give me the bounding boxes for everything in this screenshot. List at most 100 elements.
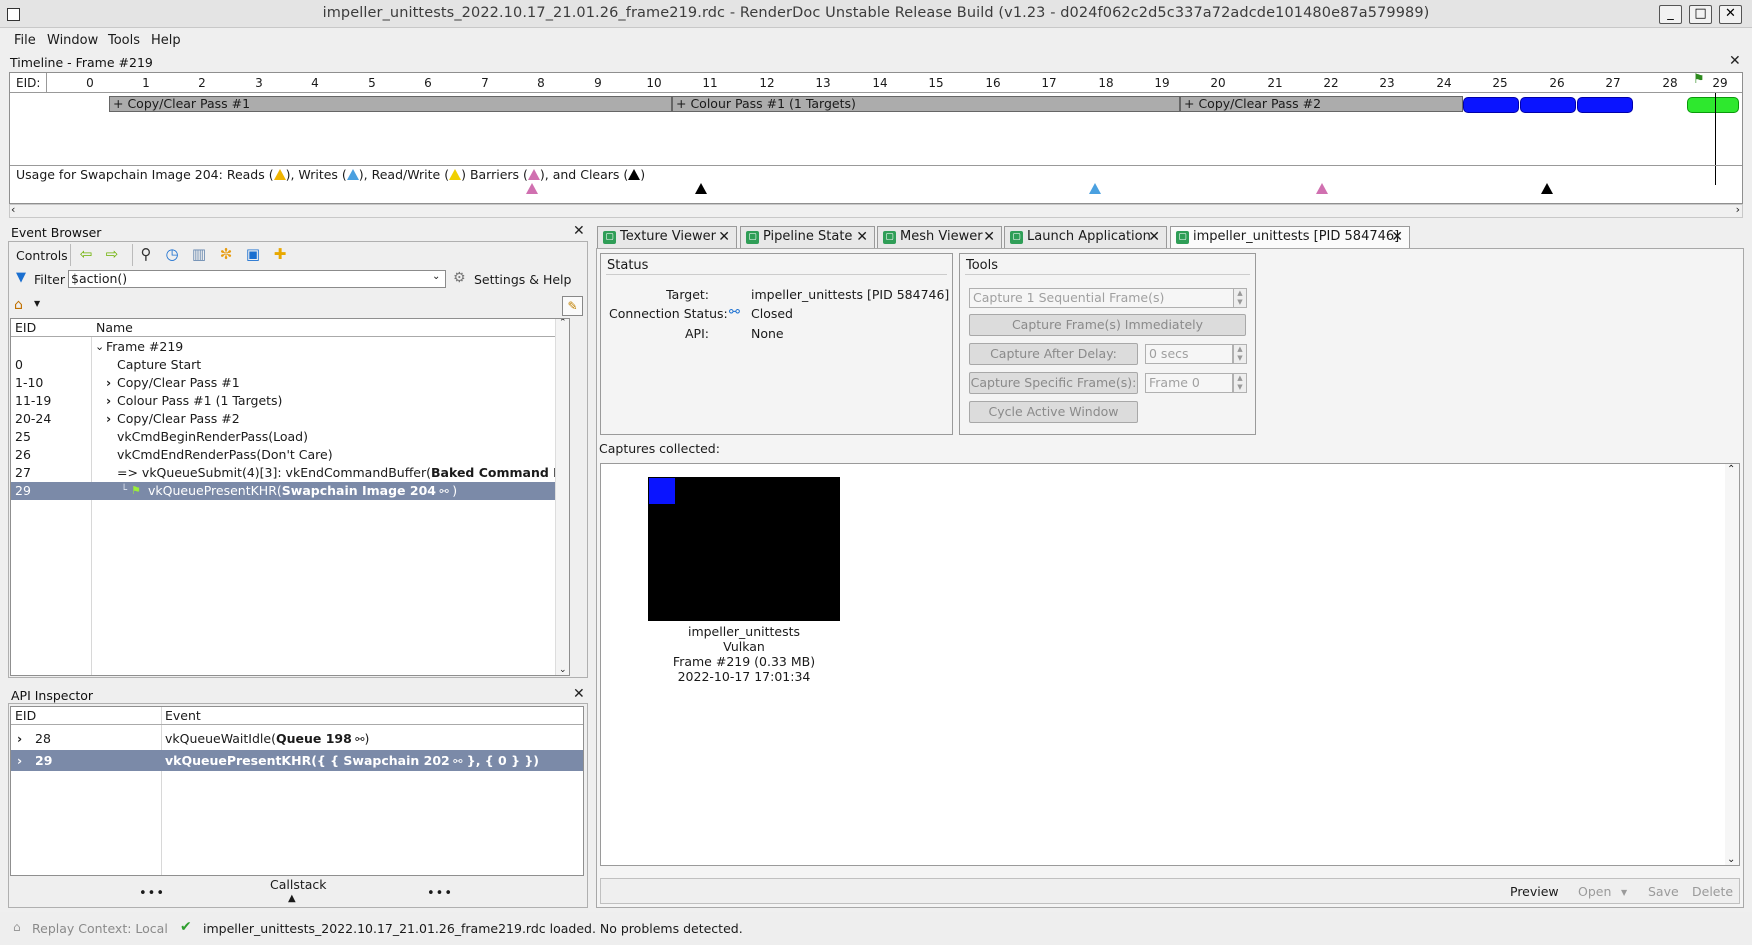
bookmark-icon[interactable]: ▥ bbox=[190, 245, 208, 263]
capture-specific-frames-button[interactable]: Capture Specific Frame(s): bbox=[969, 372, 1138, 394]
find-binoculars-icon[interactable]: ⚲ bbox=[137, 245, 155, 263]
scroll-up-icon[interactable]: ⌃ bbox=[1727, 464, 1735, 475]
tab-mesh-viewer[interactable]: ▢ Mesh Viewer ✕ bbox=[877, 226, 1002, 248]
tree-row[interactable]: 27 => vkQueueSubmit(4)[3]: vkEndCommandB… bbox=[11, 464, 569, 482]
cycle-active-window-button[interactable]: Cycle Active Window bbox=[969, 401, 1138, 423]
menu-window[interactable]: Window bbox=[47, 33, 98, 48]
collapse-chevron-icon[interactable]: › bbox=[106, 392, 111, 410]
expand-chevron-icon[interactable]: › bbox=[17, 750, 22, 771]
tab-close-icon[interactable]: ✕ bbox=[856, 227, 868, 247]
pass-copy-clear-1[interactable]: + Copy/Clear Pass #1 bbox=[109, 96, 672, 112]
tab-launch-application[interactable]: ▢ Launch Application ✕ bbox=[1004, 226, 1167, 248]
resource-link-icon[interactable]: ⚯ bbox=[450, 755, 462, 768]
delete-button[interactable]: Delete bbox=[1692, 884, 1733, 899]
tree-row[interactable]: 26 vkCmdEndRenderPass(Don't Care) bbox=[11, 446, 569, 464]
api-row-selected[interactable]: › 29 vkQueuePresentKHR({ { Swapchain 202… bbox=[11, 750, 583, 771]
col-eid[interactable]: EID bbox=[15, 319, 36, 337]
timeline-scrollbar[interactable]: ‹ › bbox=[9, 203, 1743, 218]
sequential-frames-spinner[interactable]: ▲ ▼ bbox=[1233, 288, 1247, 308]
tab-close-icon[interactable]: ✕ bbox=[1391, 227, 1403, 247]
capture-after-delay-button[interactable]: Capture After Delay: bbox=[969, 343, 1138, 365]
home-dropdown-icon[interactable]: ▼ bbox=[34, 299, 40, 308]
delay-spinner[interactable]: ▲ ▼ bbox=[1233, 344, 1247, 364]
captures-list[interactable]: impeller_unittests Vulkan Frame #219 (0.… bbox=[600, 463, 1740, 866]
time-clock-icon[interactable]: ◷ bbox=[163, 245, 181, 263]
usage-marker-barrier-22[interactable] bbox=[1316, 183, 1328, 194]
menu-help[interactable]: Help bbox=[151, 33, 181, 48]
colour-markers-icon[interactable]: ✼ bbox=[217, 245, 235, 263]
settings-gear-icon[interactable]: ⚙ bbox=[453, 270, 466, 286]
scroll-down-icon[interactable]: ⌄ bbox=[1727, 854, 1735, 865]
maximize-button[interactable]: □ bbox=[1689, 5, 1712, 24]
tree-row-selected[interactable]: 29 └ ⚑ vkQueuePresentKHR(Swapchain Image… bbox=[11, 482, 569, 500]
sequential-frames-input[interactable]: Capture 1 Sequential Frame(s) bbox=[969, 288, 1234, 308]
tree-row[interactable]: 0 Capture Start bbox=[11, 356, 569, 374]
open-dropdown-icon[interactable]: ▼ bbox=[1621, 888, 1627, 897]
capture-item[interactable]: impeller_unittests Vulkan Frame #219 (0.… bbox=[601, 464, 840, 684]
tab-pipeline-state[interactable]: ▢ Pipeline State ✕ bbox=[740, 226, 875, 248]
scroll-down-icon[interactable]: ⌄ bbox=[559, 665, 567, 675]
api-inspector-close-icon[interactable]: ✕ bbox=[573, 687, 585, 701]
tree-row[interactable]: 20-24 › Copy/Clear Pass #2 bbox=[11, 410, 569, 428]
resource-link-icon[interactable]: ⚯ bbox=[436, 485, 452, 498]
usage-marker-clear-11[interactable] bbox=[695, 183, 707, 194]
event-marker-29[interactable] bbox=[1687, 97, 1739, 113]
pass-colour-1[interactable]: + Colour Pass #1 (1 Targets) bbox=[672, 96, 1180, 112]
event-marker-25[interactable] bbox=[1463, 97, 1519, 113]
usage-marker-barrier-8[interactable] bbox=[526, 183, 538, 194]
tab-close-icon[interactable]: ✕ bbox=[718, 227, 730, 247]
event-marker-26[interactable] bbox=[1520, 97, 1576, 113]
collapse-right-dots[interactable]: ••• bbox=[427, 886, 453, 901]
tree-row[interactable]: 11-19 › Colour Pass #1 (1 Targets) bbox=[11, 392, 569, 410]
tab-texture-viewer[interactable]: ▢ Texture Viewer ✕ bbox=[597, 226, 737, 248]
expand-chevron-icon[interactable]: ⌄ bbox=[95, 338, 104, 356]
col-name[interactable]: Name bbox=[96, 319, 133, 337]
save-icon[interactable]: ▣ bbox=[244, 245, 262, 263]
extension-puzzle-icon[interactable]: ✚ bbox=[271, 245, 289, 263]
menu-tools[interactable]: Tools bbox=[108, 33, 140, 48]
tab-close-icon[interactable]: ✕ bbox=[1148, 227, 1160, 247]
scroll-right-icon[interactable]: › bbox=[1736, 203, 1740, 216]
settings-help-button[interactable]: Settings & Help bbox=[474, 272, 571, 287]
frame-number-spinner[interactable]: ▲ ▼ bbox=[1233, 373, 1247, 393]
open-button[interactable]: Open bbox=[1578, 884, 1611, 899]
event-tree-scrollbar[interactable]: ⌃ ⌄ bbox=[555, 319, 569, 675]
save-button[interactable]: Save bbox=[1648, 884, 1679, 899]
filter-input[interactable]: $action() bbox=[68, 270, 446, 288]
tree-row-frame[interactable]: ⌄ Frame #219 bbox=[11, 338, 569, 356]
event-browser-close-icon[interactable]: ✕ bbox=[573, 224, 585, 238]
collapse-chevron-icon[interactable]: › bbox=[106, 410, 111, 428]
api-inspector-tree[interactable]: EID Event › 28 vkQueueWaitIdle(Queue 198… bbox=[10, 706, 584, 876]
tree-row[interactable]: 1-10 › Copy/Clear Pass #1 bbox=[11, 374, 569, 392]
collapse-chevron-icon[interactable]: › bbox=[106, 374, 111, 392]
delay-input[interactable]: 0 secs bbox=[1145, 344, 1233, 364]
resource-link-icon[interactable]: ⚯ bbox=[352, 733, 364, 746]
forward-arrow-icon[interactable]: ⇨ bbox=[103, 245, 121, 263]
usage-marker-clear-26[interactable] bbox=[1541, 183, 1553, 194]
callstack-expand-icon[interactable]: ▲ bbox=[288, 893, 296, 904]
col-event[interactable]: Event bbox=[165, 707, 201, 725]
collapse-left-dots[interactable]: ••• bbox=[139, 886, 165, 901]
tab-close-icon[interactable]: ✕ bbox=[983, 227, 995, 247]
timeline[interactable]: EID: 0 1 2 3 4 5 6 7 8 9 10 11 12 13 14 15 16 17 18 19 20 21 2… bbox=[9, 72, 1743, 204]
close-window-button[interactable]: ✕ bbox=[1719, 5, 1742, 24]
preview-button[interactable]: Preview bbox=[1510, 884, 1559, 899]
tree-row[interactable]: 25 vkCmdBeginRenderPass(Load) bbox=[11, 428, 569, 446]
replay-context-label[interactable]: Replay Context: Local bbox=[32, 921, 168, 936]
minimize-button[interactable]: _ bbox=[1659, 5, 1682, 24]
capture-immediately-button[interactable]: Capture Frame(s) Immediately bbox=[969, 314, 1246, 336]
back-arrow-icon[interactable]: ⇦ bbox=[77, 245, 95, 263]
filter-dropdown-chevron-icon[interactable]: ⌄ bbox=[432, 271, 440, 282]
home-icon[interactable]: ⌂ bbox=[14, 297, 23, 313]
captures-scrollbar[interactable]: ⌃ ⌄ bbox=[1725, 464, 1739, 865]
notes-pencil-icon[interactable]: ✎ bbox=[562, 296, 583, 316]
usage-marker-write-18[interactable] bbox=[1089, 183, 1101, 194]
scroll-left-icon[interactable]: ‹ bbox=[11, 203, 15, 216]
frame-number-input[interactable]: Frame 0 bbox=[1145, 373, 1233, 393]
menu-file[interactable]: File bbox=[14, 33, 36, 48]
scroll-up-icon[interactable]: ⌃ bbox=[559, 319, 567, 328]
api-row[interactable]: › 28 vkQueueWaitIdle(Queue 198 ⚯) bbox=[11, 728, 583, 749]
event-marker-27[interactable] bbox=[1577, 97, 1633, 113]
event-tree[interactable]: EID Name ⌄ Frame #219 0 Capture Start 1-… bbox=[10, 318, 570, 676]
timeline-close-icon[interactable]: ✕ bbox=[1729, 54, 1741, 68]
